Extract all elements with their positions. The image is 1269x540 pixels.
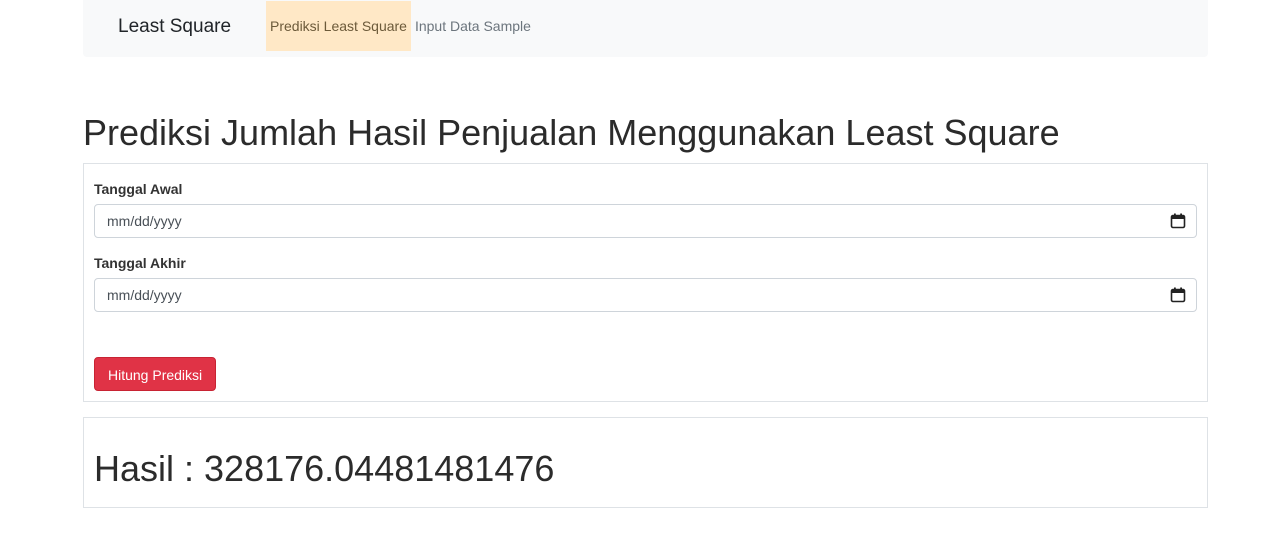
start-date-placeholder: mm/dd/yyyy bbox=[107, 213, 182, 229]
calendar-icon[interactable] bbox=[1170, 287, 1186, 303]
calendar-icon[interactable] bbox=[1170, 213, 1186, 229]
end-date-label: Tanggal Akhir bbox=[94, 255, 186, 271]
form-card: Tanggal Awal mm/dd/yyyy Tanggal Akhir mm… bbox=[83, 163, 1208, 402]
nav-item-prediksi-least-square[interactable]: Prediksi Least Square bbox=[266, 1, 411, 51]
end-date-input[interactable]: mm/dd/yyyy bbox=[94, 278, 1197, 312]
start-date-input[interactable]: mm/dd/yyyy bbox=[94, 204, 1197, 238]
nav-item-input-data-sample[interactable]: Input Data Sample bbox=[411, 1, 535, 51]
result-text: Hasil : 328176.04481481476 bbox=[94, 448, 555, 489]
page-container: Least Square Prediksi Least Square Input… bbox=[83, 0, 1208, 508]
end-date-placeholder: mm/dd/yyyy bbox=[107, 287, 182, 303]
navbar: Least Square Prediksi Least Square Input… bbox=[83, 0, 1208, 57]
hitung-prediksi-button[interactable]: Hitung Prediksi bbox=[94, 357, 217, 391]
result-card: Hasil : 328176.04481481476 bbox=[83, 417, 1208, 508]
navbar-brand[interactable]: Least Square bbox=[118, 16, 266, 38]
page-title: Prediksi Jumlah Hasil Penjualan Mengguna… bbox=[83, 112, 1060, 153]
start-date-label: Tanggal Awal bbox=[94, 181, 183, 197]
nav-menu: Prediksi Least Square Input Data Sample bbox=[266, 1, 535, 51]
